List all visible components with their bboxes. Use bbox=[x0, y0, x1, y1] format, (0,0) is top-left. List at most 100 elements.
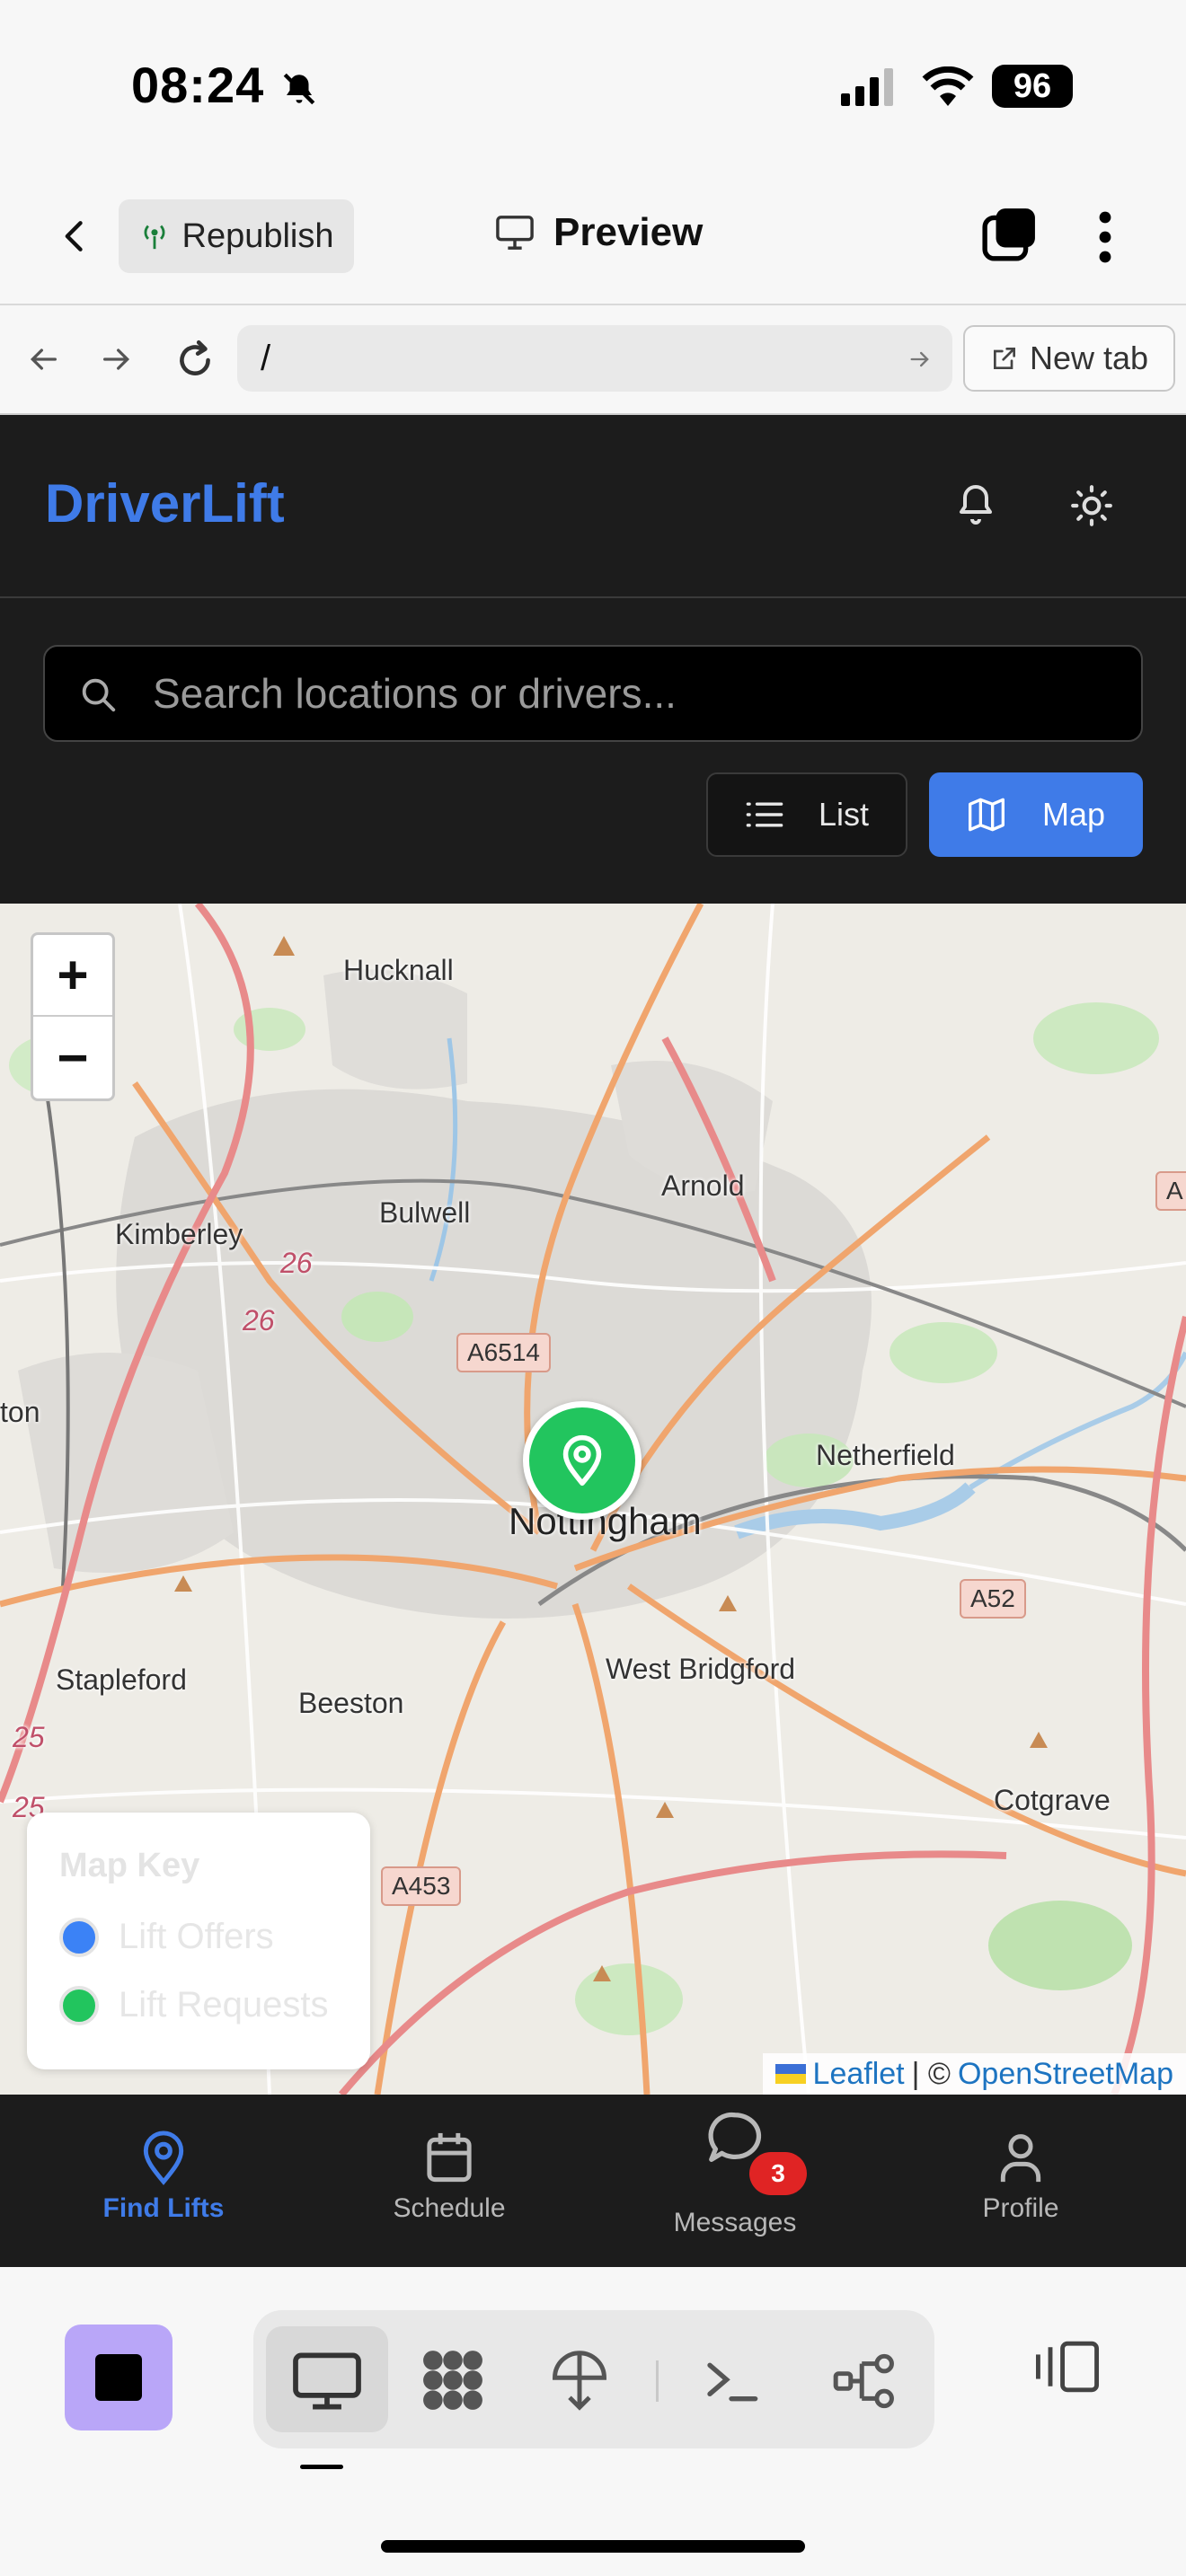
nav-profile-label: Profile bbox=[982, 2193, 1059, 2223]
road-a6514: A6514 bbox=[456, 1333, 551, 1372]
attribution-separator: | © bbox=[911, 2056, 951, 2091]
stop-square-icon bbox=[95, 2354, 142, 2401]
tool-divider bbox=[656, 2360, 659, 2402]
map-view-label: Map bbox=[1041, 796, 1106, 833]
home-indicator bbox=[381, 2540, 805, 2553]
place-stapleford: Stapleford bbox=[56, 1663, 187, 1696]
place-arnold: Arnold bbox=[661, 1169, 745, 1202]
place-bulwell: Bulwell bbox=[379, 1196, 471, 1229]
map-pin-icon bbox=[562, 1434, 602, 1486]
nav-messages-label: Messages bbox=[673, 2208, 797, 2237]
status-time: 08:24 bbox=[131, 57, 265, 113]
legend-dot-requests bbox=[59, 1985, 99, 2025]
panel-toggle-icon[interactable] bbox=[1033, 2339, 1102, 2395]
legend-title: Map Key bbox=[59, 1847, 200, 1884]
road-a-edge: A bbox=[1155, 1171, 1186, 1211]
status-bar: 08:24 96 bbox=[0, 0, 1186, 171]
theme-toggle-sun-icon[interactable] bbox=[1069, 483, 1114, 528]
terminal-icon[interactable] bbox=[703, 2355, 760, 2409]
tabs-icon[interactable] bbox=[981, 207, 1037, 262]
address-bar: / New tab bbox=[0, 305, 1186, 415]
road-a52: A52 bbox=[960, 1579, 1026, 1619]
app-logo[interactable]: DriverLift bbox=[45, 472, 285, 534]
wifi-icon bbox=[922, 66, 974, 106]
broadcast-icon bbox=[144, 225, 164, 250]
map-pin-icon bbox=[143, 2130, 184, 2185]
place-beeston: Beeston bbox=[298, 1687, 404, 1719]
nav-forward-icon[interactable] bbox=[99, 341, 135, 377]
map-attribution: Leaflet | © OpenStreetMap bbox=[762, 2053, 1186, 2095]
nav-find-lifts[interactable]: Find Lifts bbox=[56, 2129, 271, 2224]
republish-button[interactable]: Republish bbox=[119, 199, 354, 273]
dev-toolbar bbox=[0, 2267, 1186, 2576]
app-header: DriverLift bbox=[0, 415, 1186, 598]
search-icon bbox=[82, 678, 116, 712]
new-tab-button[interactable]: New tab bbox=[963, 325, 1175, 392]
tool-switcher bbox=[253, 2310, 934, 2448]
leaflet-link[interactable]: Leaflet bbox=[813, 2057, 905, 2092]
zoom-in-button[interactable]: + bbox=[33, 935, 112, 1017]
zoom-out-button[interactable]: − bbox=[33, 1017, 112, 1098]
go-arrow-icon[interactable] bbox=[907, 347, 933, 372]
search-input[interactable] bbox=[153, 647, 1123, 740]
nav-back-icon[interactable] bbox=[25, 341, 61, 377]
back-chevron-icon[interactable] bbox=[56, 214, 95, 259]
road-25-a: 25 bbox=[13, 1721, 45, 1753]
road-a453: A453 bbox=[381, 1866, 462, 1906]
list-icon bbox=[746, 802, 783, 827]
search-area: List Map bbox=[0, 598, 1186, 904]
preview-title-label: Preview bbox=[553, 210, 704, 254]
reload-icon[interactable] bbox=[173, 338, 217, 383]
url-text: / bbox=[261, 339, 271, 378]
cellular-signal-icon bbox=[841, 68, 893, 106]
calendar-icon bbox=[427, 2132, 472, 2183]
deploy-icon[interactable] bbox=[550, 2346, 609, 2414]
monitor-icon bbox=[496, 216, 534, 250]
legend-label-requests: Lift Requests bbox=[119, 1985, 329, 2025]
stop-button[interactable] bbox=[65, 2325, 173, 2430]
active-tool-indicator bbox=[300, 2465, 343, 2469]
nav-schedule-label: Schedule bbox=[393, 2193, 506, 2223]
url-field[interactable]: / bbox=[237, 325, 952, 392]
monitor-icon[interactable] bbox=[289, 2350, 365, 2413]
republish-label: Republish bbox=[181, 216, 334, 255]
map-icon bbox=[968, 798, 1005, 832]
nav-schedule[interactable]: Schedule bbox=[341, 2129, 557, 2224]
nav-messages[interactable]: 3 Messages bbox=[627, 2107, 843, 2238]
legend-label-offers: Lift Offers bbox=[119, 1917, 274, 1956]
place-west-bridgford: West Bridgford bbox=[606, 1653, 796, 1685]
ukraine-flag-icon bbox=[774, 2064, 806, 2084]
more-vertical-icon[interactable] bbox=[1089, 210, 1121, 264]
preview-title: Preview bbox=[494, 210, 703, 255]
list-view-label: List bbox=[818, 796, 870, 833]
road-26-b: 26 bbox=[243, 1304, 275, 1337]
nav-profile[interactable]: Profile bbox=[913, 2129, 1128, 2224]
apps-grid-icon[interactable] bbox=[417, 2346, 489, 2414]
list-view-button[interactable]: List bbox=[706, 772, 907, 857]
bell-muted-icon bbox=[283, 73, 315, 105]
place-ton: ton bbox=[0, 1396, 40, 1428]
messages-badge: 3 bbox=[749, 2152, 807, 2195]
osm-link[interactable]: OpenStreetMap bbox=[958, 2057, 1173, 2092]
search-box bbox=[43, 645, 1143, 742]
lift-request-marker[interactable] bbox=[523, 1401, 642, 1520]
legend-item-offers: Lift Offers bbox=[59, 1917, 274, 1957]
map-view-button[interactable]: Map bbox=[929, 772, 1143, 857]
workflow-icon[interactable] bbox=[832, 2350, 897, 2413]
battery-level: 96 bbox=[992, 65, 1073, 108]
place-netherfield: Netherfield bbox=[816, 1439, 955, 1471]
place-cotgrave: Cotgrave bbox=[994, 1784, 1111, 1816]
external-link-icon bbox=[993, 348, 1015, 369]
bottom-nav: Find Lifts Schedule 3 Messages Profile bbox=[0, 2095, 1186, 2267]
new-tab-label: New tab bbox=[1029, 340, 1149, 376]
road-26-a: 26 bbox=[280, 1247, 313, 1279]
nav-find-lifts-label: Find Lifts bbox=[102, 2193, 225, 2223]
user-icon bbox=[1000, 2134, 1041, 2183]
map-legend: Map Key Lift Offers Lift Requests bbox=[27, 1813, 370, 2069]
place-hucknall: Hucknall bbox=[343, 954, 454, 986]
notifications-bell-icon[interactable] bbox=[954, 481, 997, 528]
preview-toolbar: Republish Preview bbox=[0, 171, 1186, 305]
legend-dot-offers bbox=[59, 1917, 99, 1957]
map-view[interactable]: Hucknall Arnold Bulwell Kimberley ton No… bbox=[0, 904, 1186, 2095]
legend-item-requests: Lift Requests bbox=[59, 1985, 328, 2025]
